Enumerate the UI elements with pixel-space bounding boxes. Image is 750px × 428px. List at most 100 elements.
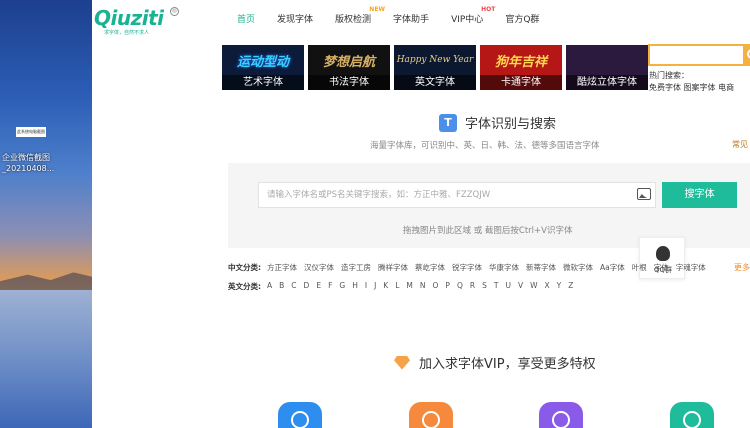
en-category-letter[interactable]: F (328, 281, 332, 292)
vip-feature-recognize[interactable] (670, 402, 714, 428)
recognize-icon (683, 411, 701, 428)
cn-category-item[interactable]: 新蒂字体 (526, 262, 556, 273)
en-category-letter[interactable]: U (505, 281, 511, 292)
nav-item-qq-group[interactable]: 官方Q群 (505, 12, 539, 25)
cn-category-item[interactable]: 华康字体 (489, 262, 519, 273)
nav-item-home[interactable]: 首页 (237, 12, 255, 25)
font-search-input[interactable]: 请输入字体名或PS名关键字搜索，如：方正中雅、FZZQJW (258, 182, 656, 208)
image-upload-icon[interactable] (637, 188, 651, 200)
cn-category-item[interactable]: 汉仪字体 (304, 262, 334, 273)
nav-label: 版权检测 (335, 15, 372, 25)
banner-art: Happy New Year (396, 55, 474, 65)
en-category-letter[interactable]: C (291, 281, 296, 292)
hot-badge: HOT (481, 6, 496, 13)
english-category-row: 英文分类: A B C D E F G H I J K L M N O P Q … (228, 281, 580, 292)
top-nav: 首页 发现字体 版权检测 NEW 字体助手 VIP中心 HOT 官方Q群 (237, 6, 561, 25)
category-more-link[interactable]: 更多 (734, 262, 750, 273)
top-search-button[interactable] (743, 44, 750, 66)
section-description: 海量字体库，可识别中、英、日、韩、法、德等多国语言字体 (370, 141, 600, 151)
qq-icon (656, 246, 670, 261)
search-font-button[interactable]: 搜字体 (662, 182, 737, 208)
en-category-label: 英文分类: (228, 282, 261, 291)
cloud-icon (422, 411, 440, 428)
en-category-letter[interactable]: O (433, 281, 439, 292)
en-category-letter[interactable]: X (545, 281, 550, 292)
registered-mark: ® (170, 7, 179, 16)
vip-section-title: 加入求字体VIP，享受更多特权 (394, 353, 596, 372)
en-category-letter[interactable]: N (420, 281, 426, 292)
en-category-letter[interactable]: R (470, 281, 475, 292)
chinese-category-row: 中文分类: 方正字体 汉仪字体 造字工房 腾祥字体 蔡屹字体 锐字字体 华康字体… (228, 262, 713, 273)
nav-label: VIP中心 (451, 15, 484, 25)
top-search-input[interactable] (648, 44, 750, 66)
desktop-file-icon[interactable]: 此系统电脑截图 (16, 127, 46, 137)
section-more-link[interactable]: 常见 (732, 139, 748, 150)
cn-category-item[interactable]: 微软字体 (563, 262, 593, 273)
en-category-letter[interactable]: E (316, 281, 321, 292)
nav-label: 发现字体 (277, 15, 314, 25)
banner-3d-fonts[interactable]: 酷炫立体字体 (566, 45, 648, 90)
en-category-letter[interactable]: K (383, 281, 388, 292)
cn-category-item[interactable]: 造字工房 (341, 262, 371, 273)
en-category-letter[interactable]: D (304, 281, 310, 292)
vip-feature-cloud[interactable] (409, 402, 453, 428)
banner-art: 运动型动 (236, 54, 289, 70)
en-category-letter[interactable]: J (374, 281, 376, 292)
banner-art (566, 45, 648, 75)
cn-category-label: 中文分类: (228, 263, 261, 272)
en-category-letter[interactable]: P (445, 281, 450, 292)
en-category-letter[interactable]: W (530, 281, 537, 292)
banner-label: 酷炫立体字体 (566, 75, 648, 90)
nav-item-vip[interactable]: VIP中心 HOT (451, 6, 495, 25)
en-category-letter[interactable]: T (494, 281, 499, 292)
cn-category-item[interactable]: 方正字体 (267, 262, 297, 273)
banner-calligraphy-fonts[interactable]: 梦想启航 书法字体 (308, 45, 390, 90)
font-recognition-icon: T (439, 113, 457, 132)
nav-item-assistant[interactable]: 字体助手 (393, 12, 429, 25)
en-category-letter[interactable]: I (365, 281, 367, 292)
banner-art-fonts[interactable]: 运动型动 艺术字体 (222, 45, 304, 90)
desktop-water (0, 290, 92, 428)
cn-category-item[interactable]: Aa字体 (600, 262, 625, 273)
vip-feature-speed[interactable] (278, 402, 322, 428)
banner-english-fonts[interactable]: Happy New Year 英文字体 (394, 45, 476, 90)
new-badge: NEW (369, 6, 386, 13)
en-category-letter[interactable]: Z (568, 281, 573, 292)
cn-category-item[interactable]: 蔡屹字体 (415, 262, 445, 273)
logo-slogan: 求字体，自然不求人 (104, 30, 150, 36)
en-category-letter[interactable]: M (406, 281, 412, 292)
cn-category-item[interactable]: 字体 (654, 262, 669, 273)
section-title: T 字体识别与搜索 (439, 113, 556, 132)
en-category-letter[interactable]: L (395, 281, 399, 292)
desktop-hill (0, 272, 92, 290)
hot-search-items[interactable]: 免费字体 图案字体 电商 (649, 82, 734, 94)
en-category-letter[interactable]: S (482, 281, 487, 292)
vip-feature-service[interactable] (539, 402, 583, 428)
en-category-letter[interactable]: Q (457, 281, 463, 292)
en-category-letter[interactable]: Y (557, 281, 562, 292)
nav-item-discover[interactable]: 发现字体 (277, 12, 313, 25)
banner-art: 狗年吉祥 (494, 54, 547, 70)
banner-cartoon-fonts[interactable]: 狗年吉祥 卡通字体 (480, 45, 562, 90)
cn-category-item[interactable]: 锐字字体 (452, 262, 482, 273)
nav-item-copyright[interactable]: 版权检测 NEW (335, 6, 385, 25)
banner-art: 梦想启航 (322, 54, 375, 70)
en-category-letter[interactable]: B (279, 281, 284, 292)
en-category-letter[interactable]: G (339, 281, 345, 292)
category-banners: 运动型动 艺术字体 梦想启航 书法字体 Happy New Year 英文字体 … (222, 45, 652, 90)
section-title-text: 字体识别与搜索 (465, 117, 557, 132)
cn-category-item[interactable]: 叶根 (632, 262, 647, 273)
desktop-background: 此系统电脑截图 企业微信截图_20210408... (0, 0, 92, 428)
en-category-letter[interactable]: V (518, 281, 523, 292)
en-category-letter[interactable]: H (352, 281, 358, 292)
site-logo[interactable]: Qiuziti ® 求字体，自然不求人 (92, 4, 182, 36)
cn-category-item[interactable]: 字魂字体 (676, 262, 706, 273)
nav-label: 首页 (237, 15, 256, 25)
cn-category-item[interactable]: 腾祥字体 (378, 262, 408, 273)
desktop-file-label[interactable]: 企业微信截图_20210408... (2, 152, 90, 174)
nav-label: 字体助手 (393, 15, 430, 25)
webpage: Qiuziti ® 求字体，自然不求人 首页 发现字体 版权检测 NEW 字体助手… (92, 0, 750, 428)
banner-label: 英文字体 (394, 75, 476, 90)
nav-label: 官方Q群 (505, 15, 540, 25)
en-category-letter[interactable]: A (267, 281, 272, 292)
